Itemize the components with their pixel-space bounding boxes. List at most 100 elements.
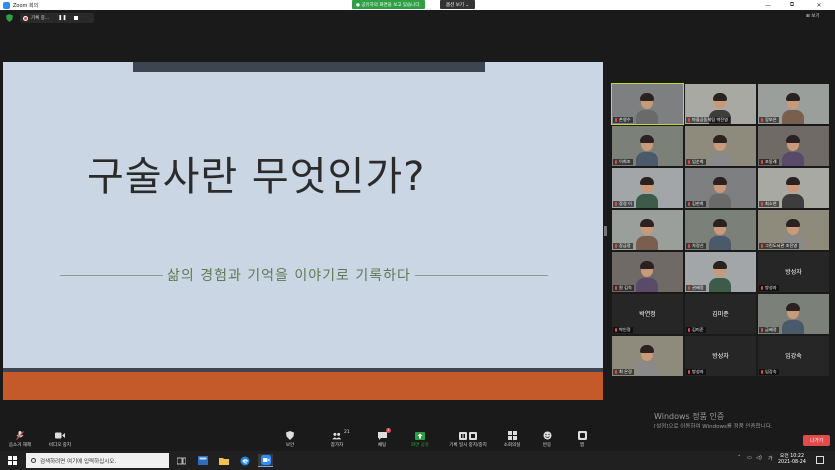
participant-name-label: 금혜정	[759, 327, 779, 333]
video-camera-icon	[55, 431, 65, 440]
gallery-view-toggle[interactable]: ⊞ 보기	[806, 13, 819, 19]
participant-tile[interactable]: 손영수	[611, 83, 684, 125]
participant-tile[interactable]: 임강숙 임강숙	[758, 336, 829, 376]
stop-video-button[interactable]: 비디오 중지	[45, 431, 75, 451]
chat-button[interactable]: 1 채팅	[367, 428, 397, 451]
zoom-taskbar-icon[interactable]	[258, 454, 273, 467]
window-title-bar: Zoom 회의 ● 공유자의 화면을 보고 있습니다. 옵션 보기 ⌄ — ⧉ …	[0, 0, 835, 10]
volume-icon[interactable]: ◁)	[756, 455, 762, 461]
slide-bottom-band	[3, 372, 603, 400]
pause-recording-icon[interactable]: ❚❚	[58, 15, 66, 21]
participant-tile[interactable]: 금혜정	[758, 294, 829, 334]
chat-bubble-icon: 1	[377, 428, 391, 440]
ime-indicator[interactable]: 가	[768, 455, 773, 462]
participant-name-label: 장경 이	[613, 201, 634, 207]
leave-meeting-button[interactable]: 나가기	[803, 435, 830, 446]
participant-tile[interactable]: 방성자 방성자	[758, 252, 829, 292]
participant-tile[interactable]: 박연정박인정	[612, 294, 683, 334]
slide-subtitle: 삶의 경험과 기억을 이야기로 기록하다	[163, 265, 415, 285]
slide-top-bar	[133, 62, 485, 72]
breakout-rooms-button[interactable]: 소회의실	[497, 431, 527, 451]
shield-icon	[285, 431, 295, 440]
security-button[interactable]: 보안	[275, 431, 305, 451]
search-icon	[31, 458, 36, 463]
participant-name-label: 박인정	[613, 327, 633, 333]
participant-tile[interactable]: 원 김숙	[612, 252, 683, 292]
apps-icon	[577, 431, 587, 440]
reactions-label: 반응	[542, 443, 552, 448]
pane-resize-handle[interactable]	[604, 226, 607, 236]
minimize-button[interactable]: —	[757, 0, 779, 10]
participant-name-label: 김미준	[686, 327, 706, 333]
participant-tile[interactable]: 임순희	[685, 126, 756, 166]
participant-tile[interactable]: 장금정	[612, 210, 683, 250]
breakout-rooms-label: 소회의실	[503, 443, 521, 448]
participant-gallery: 손영수 마을공동체팀 박진영 강보은이희조 임순희 조동례장경 이 김현희 최소연장금정 차정…	[611, 83, 832, 378]
network-icon[interactable]: ▭	[747, 455, 752, 461]
participant-tile[interactable]: 권혜정	[685, 252, 756, 292]
meeting-toolbar: 음소거 해제 비디오 중지 보안 21 참가자 1 채팅 화면 공유 기록 일시…	[0, 428, 835, 451]
file-explorer-icon[interactable]	[216, 454, 231, 467]
reactions-button[interactable]: 반응	[532, 431, 562, 451]
participant-tile[interactable]: 마을공동체팀 박진영	[685, 84, 756, 124]
participant-name-label: 장금정	[613, 243, 633, 249]
stop-recording-icon[interactable]	[73, 16, 78, 20]
notification-center-icon[interactable]	[816, 456, 824, 464]
shared-slide: 구술사란 무엇인가? 삶의 경험과 기억을 이야기로 기록하다	[3, 62, 603, 400]
edge-browser-icon[interactable]	[237, 454, 252, 467]
participant-name-label: 김현희	[686, 201, 706, 207]
participant-tile[interactable]: 그린도서관 조진영	[758, 210, 829, 250]
participant-display-name: 임강숙	[785, 353, 802, 360]
participant-tile[interactable]: 이희조	[612, 126, 683, 166]
windows-activation-title: Windows 정품 인증	[654, 412, 725, 421]
participant-tile[interactable]: 장경 이	[612, 168, 683, 208]
taskbar-search-box[interactable]: 검색하려면 여기에 입력하십시오.	[26, 453, 169, 468]
close-button[interactable]: ✕	[808, 0, 830, 10]
participant-tile[interactable]: 조동례	[758, 126, 829, 166]
view-options-button[interactable]: 옵션 보기 ⌄	[440, 0, 476, 9]
participant-name-label: 임순희	[686, 159, 706, 165]
participant-name-label: 임강숙	[759, 369, 779, 375]
participant-name-label: 차정선	[686, 243, 706, 249]
participant-tile[interactable]: 강보은	[758, 84, 829, 124]
chat-unread-badge: 1	[385, 428, 391, 433]
pause-stop-recording-button[interactable]: 기록 일시 중지/중지	[447, 431, 489, 451]
participant-name-label: 방성자	[686, 369, 706, 375]
participant-tile[interactable]: 방성자 방성자	[685, 336, 756, 376]
security-shield-icon[interactable]	[6, 14, 13, 22]
maximize-button[interactable]: ⧉	[781, 0, 803, 10]
share-screen-button[interactable]: 화면 공유	[405, 431, 435, 451]
participant-name-label: 원 김숙	[613, 285, 634, 291]
participant-name-label: 마을공동체팀 박진영	[686, 117, 731, 123]
pause-stop-icon	[459, 431, 477, 440]
participant-display-name: 방성자	[785, 269, 802, 276]
participant-display-name: 방성자	[712, 353, 729, 360]
participant-name-label: 최소연	[759, 201, 779, 207]
windows-start-icon[interactable]	[8, 456, 17, 465]
participants-button[interactable]: 21 참가자	[322, 430, 352, 451]
app-taskbar-icon[interactable]	[195, 454, 210, 467]
participant-tile[interactable]: 차정선	[685, 210, 756, 250]
tray-up-arrow-icon[interactable]: ˄	[738, 455, 741, 461]
window-title: Zoom 회의	[13, 2, 39, 9]
participant-name-label: 손영수	[613, 117, 633, 123]
task-view-icon[interactable]	[174, 454, 189, 467]
participant-tile[interactable]: 최소연	[758, 168, 829, 208]
windows-taskbar: 검색하려면 여기에 입력하십시오. ˄ ▭ ◁) 가 오전 10:22 2021…	[0, 451, 835, 470]
participants-label: 참가자	[330, 443, 344, 448]
chat-label: 채팅	[377, 443, 387, 448]
taskbar-clock[interactable]: 오전 10:22 2021-08-24	[778, 454, 806, 466]
recording-indicator: 기록 중... ❚❚	[20, 13, 94, 23]
screen-share-banner: ● 공유자의 화면을 보고 있습니다.	[352, 0, 425, 9]
breakout-rooms-icon	[507, 431, 517, 440]
zoom-meeting-screen: Zoom 회의 ● 공유자의 화면을 보고 있습니다. 옵션 보기 ⌄ — ⧉ …	[0, 0, 835, 470]
apps-button[interactable]: 앱	[567, 431, 597, 451]
participant-tile[interactable]: 김현희	[685, 168, 756, 208]
participant-name-label: 이희조	[613, 159, 633, 165]
participant-name-label: 권혜정	[686, 285, 706, 291]
unmute-button[interactable]: 음소거 해제	[5, 431, 35, 451]
participant-tile[interactable]: 김미준 김미준	[685, 294, 756, 334]
participant-tile[interactable]: 최 은경	[612, 336, 683, 376]
participant-display-name: 박연정	[639, 311, 656, 318]
record-dot-icon	[23, 15, 28, 21]
